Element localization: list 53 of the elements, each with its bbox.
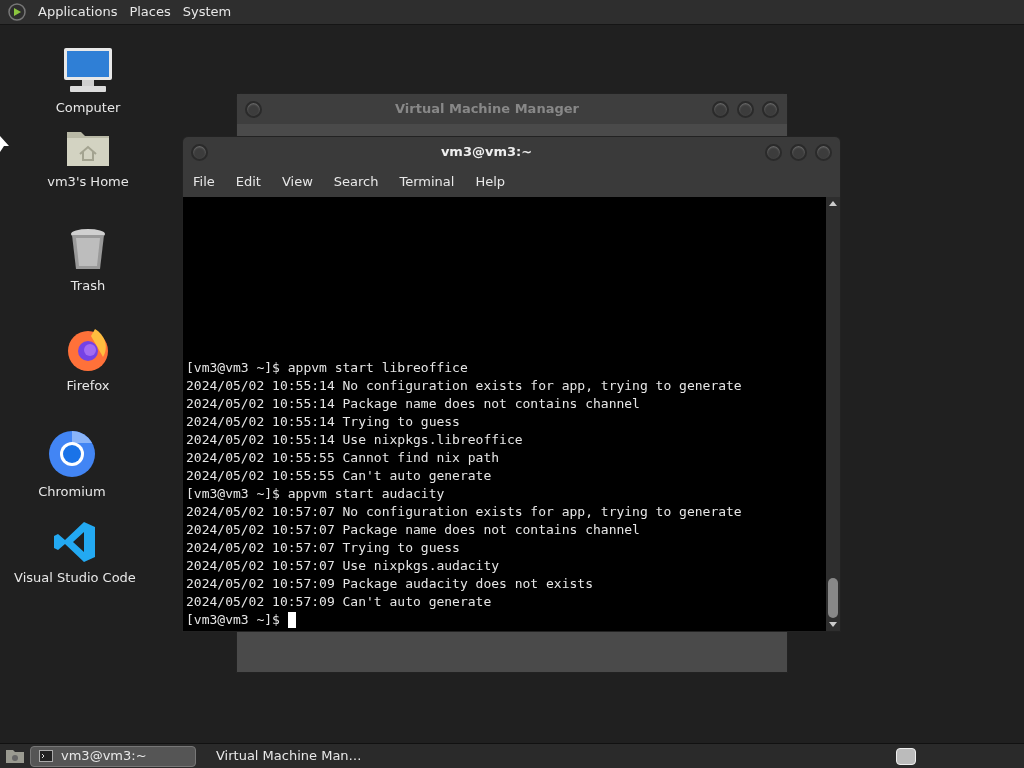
window-control[interactable] <box>737 100 754 118</box>
desktop-icon-label[interactable]: Computer <box>55 98 121 118</box>
text-cursor <box>287 612 296 628</box>
firefox-icon <box>65 326 111 372</box>
panel-menu[interactable]: Places <box>129 2 171 22</box>
terminal-line: 2024/05/02 10:57:07 No configuration exists for app, trying to generate <box>186 503 743 521</box>
terminal-line: [vm3@vm3 ~]$ appvm start audacity <box>186 485 446 503</box>
terminal-line: 2024/05/02 10:57:07 Use nixpkgs.audacity <box>186 557 501 575</box>
terminal-line: 2024/05/02 10:57:09 Can't auto generate <box>186 593 493 611</box>
terminal-line: [vm3@vm3 ~]$ appvm start libreoffice <box>186 359 469 377</box>
computer-icon <box>62 46 114 94</box>
terminal-prompt: [vm3@vm3 ~]$ <box>186 611 280 629</box>
scrollbar[interactable] <box>826 197 840 631</box>
menu-item[interactable]: View <box>281 172 313 192</box>
panel-menu[interactable]: System <box>182 2 232 22</box>
terminal-line: 2024/05/02 10:57:07 Trying to guess <box>186 539 461 557</box>
panel-menu[interactable]: Applications <box>38 2 118 22</box>
taskbar-button[interactable]: vm3@vm3:~ <box>30 745 196 767</box>
menu-item[interactable]: Terminal <box>399 172 455 192</box>
window-control[interactable] <box>815 143 832 161</box>
menu-item[interactable]: File <box>193 172 215 192</box>
desktop-icon-label[interactable]: Chromium <box>38 482 106 502</box>
window-title: vm3@vm3:~ <box>439 143 534 162</box>
menu-item[interactable]: Help <box>475 172 506 192</box>
terminal-line: 2024/05/02 10:55:55 Cannot find nix path <box>186 449 501 467</box>
show-desktop-icon[interactable] <box>4 747 26 765</box>
terminal-line: 2024/05/02 10:57:07 Package name does not contains channel <box>186 521 641 539</box>
window-control[interactable] <box>245 100 262 118</box>
workspace-switcher[interactable] <box>896 747 916 765</box>
terminal-line: 2024/05/02 10:55:14 Use nixpkgs.libreoffice <box>186 431 524 449</box>
menu-item[interactable]: Search <box>333 172 379 192</box>
terminal-line: 2024/05/02 10:57:09 Package audacity does not exists <box>186 575 594 593</box>
window-title: Virtual Machine Manager <box>394 100 580 119</box>
window-control[interactable] <box>191 143 208 161</box>
terminal-line: 2024/05/02 10:55:14 Package name does not contains channel <box>186 395 641 413</box>
terminal-line: 2024/05/02 10:55:14 Trying to guess <box>186 413 461 431</box>
window-control[interactable] <box>790 143 807 161</box>
menu-logo-icon[interactable] <box>8 3 26 21</box>
chromium-icon <box>48 430 96 478</box>
desktop-icon-label[interactable]: vm3's Home <box>47 172 129 192</box>
terminal-line: 2024/05/02 10:55:55 Can't auto generate <box>186 467 493 485</box>
terminal-icon <box>39 750 53 762</box>
desktop-icon-label[interactable]: Visual Studio Code <box>14 568 136 588</box>
taskbar-button[interactable]: Virtual Machine Man… <box>200 745 366 767</box>
window-control[interactable] <box>712 100 729 118</box>
desktop-icon-label[interactable]: Trash <box>70 276 106 296</box>
code-editor-icon <box>53 520 97 564</box>
desktop-icon-label[interactable]: Firefox <box>66 376 110 396</box>
window-control[interactable] <box>762 100 779 118</box>
menu-item[interactable]: Edit <box>235 172 261 192</box>
terminal-line: 2024/05/02 10:55:14 No configuration exists for app, trying to generate <box>186 377 743 395</box>
window-control[interactable] <box>765 143 782 161</box>
trash-icon <box>69 228 107 272</box>
